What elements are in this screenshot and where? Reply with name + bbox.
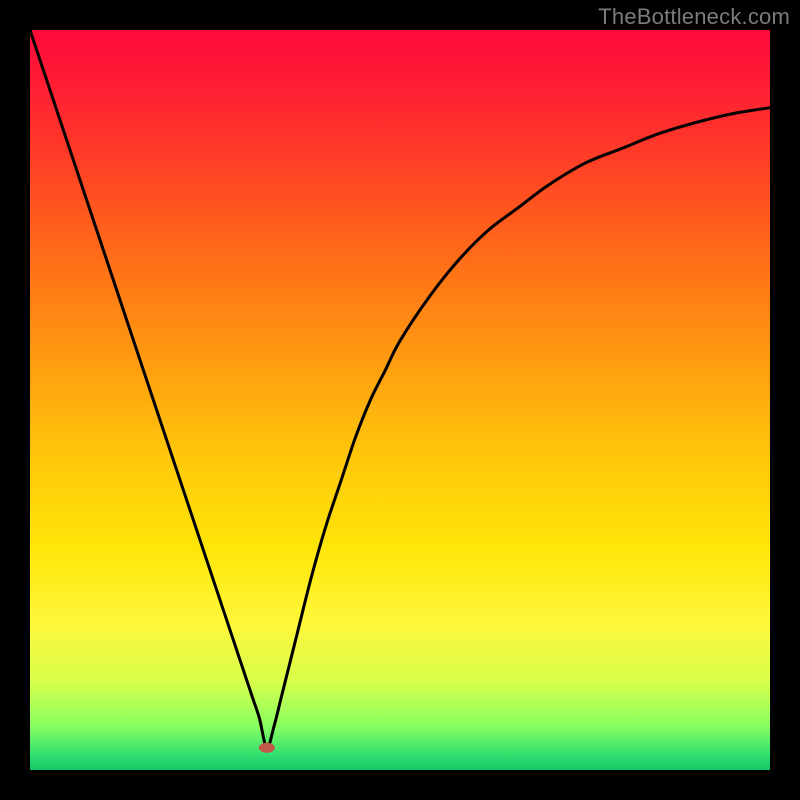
bottleneck-curve — [30, 30, 770, 748]
chart-frame: TheBottleneck.com — [0, 0, 800, 800]
watermark-text: TheBottleneck.com — [598, 4, 790, 30]
plot-area — [30, 30, 770, 770]
minimum-marker — [259, 743, 275, 753]
curve-svg — [30, 30, 770, 770]
